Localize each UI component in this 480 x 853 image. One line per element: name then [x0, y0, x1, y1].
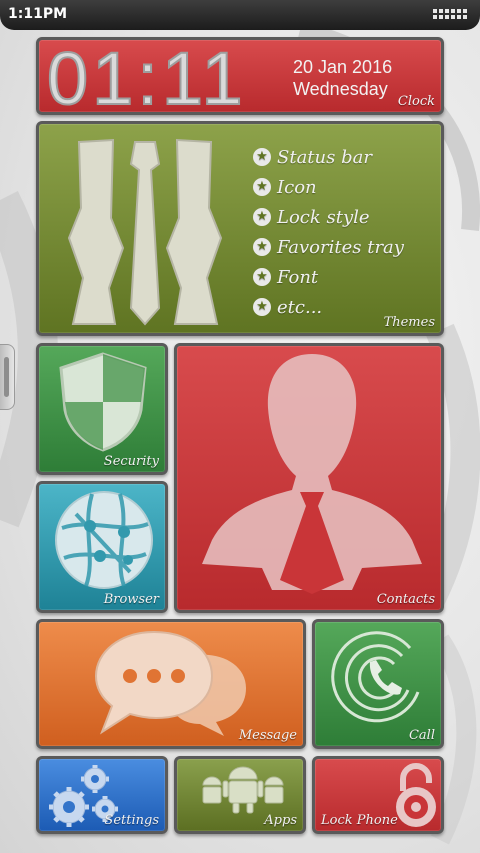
call-tile[interactable]: Call: [312, 619, 444, 749]
message-label: Message: [238, 728, 297, 743]
security-tile[interactable]: Security: [36, 343, 168, 475]
call-label: Call: [408, 728, 435, 743]
settings-tile[interactable]: Settings: [36, 756, 168, 834]
apps-tile[interactable]: Apps: [174, 756, 306, 834]
person-silhouette-icon: [202, 354, 422, 594]
clock-label: Clock: [397, 94, 435, 109]
suit-tie-icon: [67, 138, 223, 326]
themes-feature-list: ★ Status bar ★ Icon ★ Lock style ★ Favorites…: [253, 142, 404, 322]
star-icon: ★: [253, 238, 271, 256]
theme-item: ★ Font: [253, 262, 404, 292]
shield-icon: [59, 352, 147, 452]
lock-phone-label: Lock Phone: [321, 813, 398, 828]
star-icon: ★: [253, 298, 271, 316]
browser-tile[interactable]: Browser: [36, 481, 168, 613]
themes-tile[interactable]: ★ Status bar ★ Icon ★ Lock style ★ Favorites…: [36, 121, 444, 336]
contacts-tile[interactable]: Contacts: [174, 343, 444, 613]
theme-item: ★ Icon: [253, 172, 404, 202]
clock-tile[interactable]: 01:11 20 Jan 2016 Wednesday Clock: [36, 37, 444, 115]
clock-date: 20 Jan 2016: [293, 57, 393, 77]
app-grid-icon[interactable]: [433, 9, 470, 20]
lock-phone-tile[interactable]: Lock Phone: [312, 756, 444, 834]
settings-label: Settings: [104, 813, 159, 828]
clock-date-block: 20 Jan 2016 Wednesday: [293, 56, 392, 100]
theme-item: ★ Lock style: [253, 202, 404, 232]
contacts-label: Contacts: [376, 592, 435, 607]
themes-label: Themes: [383, 315, 435, 330]
status-bar: 1:11PM: [0, 0, 480, 30]
star-icon: ★: [253, 208, 271, 226]
star-icon: ★: [253, 148, 271, 166]
star-icon: ★: [253, 178, 271, 196]
theme-item: ★ Favorites tray: [253, 232, 404, 262]
side-drawer-handle[interactable]: [0, 344, 15, 410]
star-icon: ★: [253, 268, 271, 286]
theme-item: ★ Status bar: [253, 142, 404, 172]
clock-time: 01:11: [46, 37, 247, 115]
theme-item: ★ etc...: [253, 292, 404, 322]
clock-weekday: Wednesday: [293, 79, 388, 99]
security-label: Security: [103, 454, 159, 469]
android-robots-icon: [202, 766, 284, 814]
status-time: 1:11PM: [8, 6, 68, 22]
apps-label: Apps: [264, 813, 297, 828]
chat-bubbles-icon: [94, 630, 246, 736]
message-tile[interactable]: Message: [36, 619, 306, 749]
padlock-icon: [396, 763, 436, 827]
phone-icon: [331, 631, 420, 723]
browser-label: Browser: [103, 592, 159, 607]
globe-network-icon: [55, 491, 153, 589]
